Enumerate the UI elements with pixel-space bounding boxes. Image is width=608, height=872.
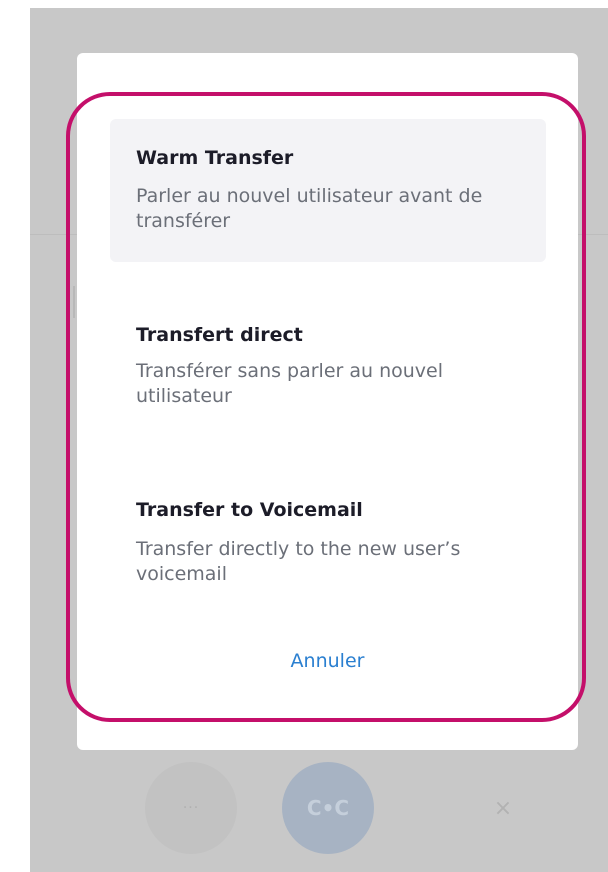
option-title: Warm Transfer bbox=[136, 147, 294, 169]
option-title: Transfert direct bbox=[136, 324, 303, 346]
more-icon: ··· bbox=[182, 800, 200, 816]
close-icon: × bbox=[493, 795, 513, 821]
close-button[interactable]: × bbox=[473, 778, 533, 838]
option-description: Transférer sans parler au nouvel utilisa… bbox=[136, 360, 444, 407]
option-transfer-to-voicemail[interactable]: Transfer to Voicemail Transfer directly … bbox=[110, 473, 546, 613]
transfer-screen: ··· C•C × Warm Transfer Parler au nouvel… bbox=[0, 0, 608, 872]
more-options-button[interactable]: ··· bbox=[145, 762, 237, 854]
option-description: Parler au nouvel utilisateur avant de tr… bbox=[136, 185, 483, 232]
option-title: Transfer to Voicemail bbox=[136, 499, 363, 521]
transfer-call-button[interactable]: C•C bbox=[282, 762, 374, 854]
cancel-button[interactable]: Annuler bbox=[77, 650, 578, 672]
transfer-icon: C•C bbox=[306, 796, 350, 820]
background-marker bbox=[73, 286, 75, 318]
option-warm-transfer[interactable]: Warm Transfer Parler au nouvel utilisate… bbox=[110, 119, 546, 262]
option-direct-transfer[interactable]: Transfert direct Transférer sans parler … bbox=[110, 297, 546, 437]
option-description: Transfer directly to the new user’s voic… bbox=[136, 538, 461, 585]
